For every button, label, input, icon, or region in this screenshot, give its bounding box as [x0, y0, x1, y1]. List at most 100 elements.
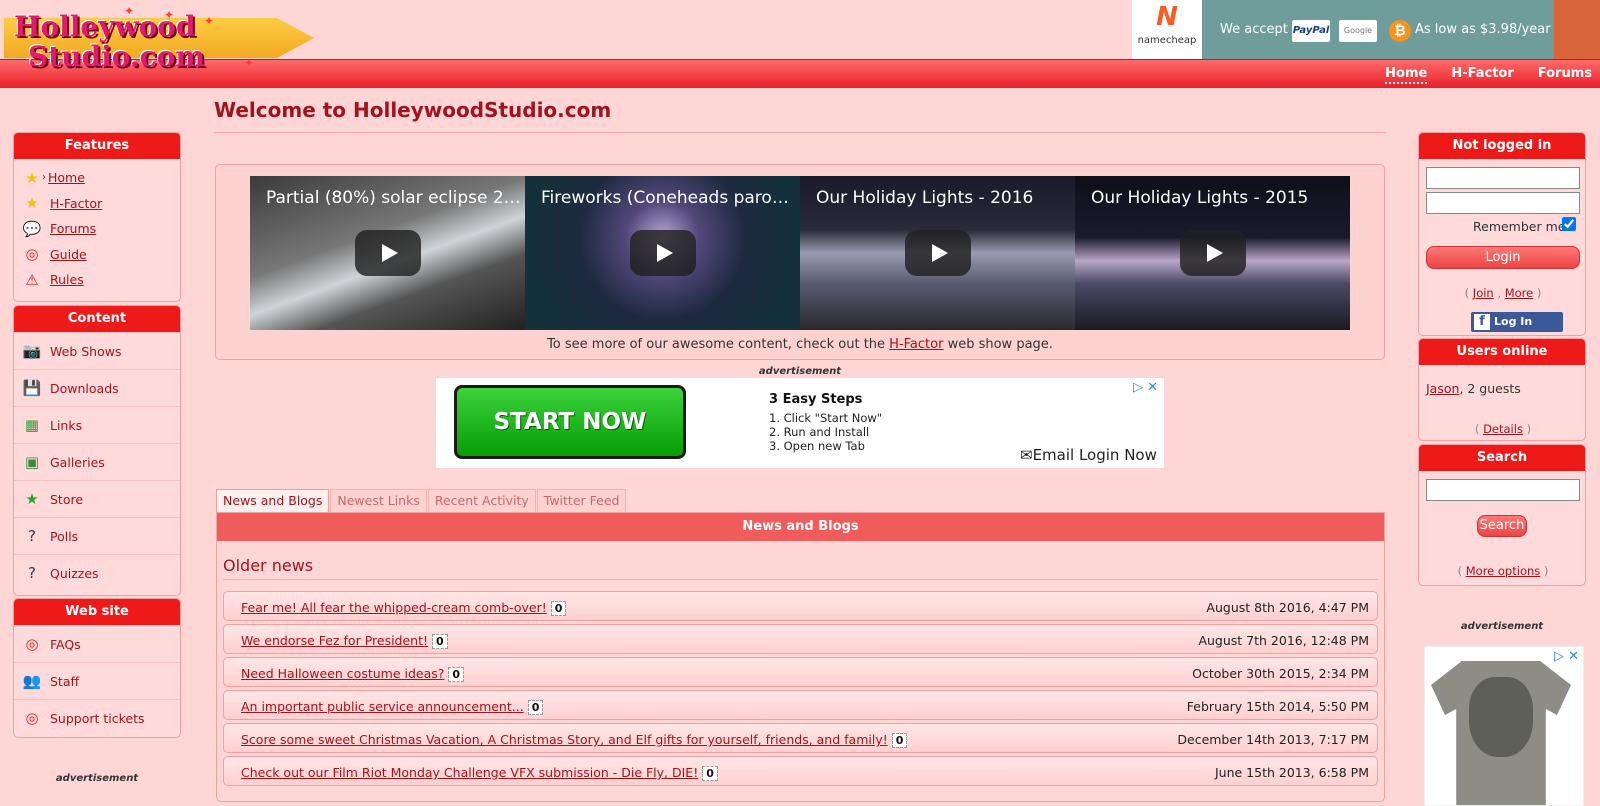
sidebar-item-h-factor[interactable]: ★ H-Factor — [14, 191, 180, 217]
tab-news-and-blogs[interactable]: News and Blogs — [216, 489, 330, 512]
sidebar-item-rules[interactable]: ⚠ Rules — [14, 267, 180, 293]
caption-h-factor-link[interactable]: H-Factor — [889, 337, 943, 352]
news-item-link[interactable]: Need Halloween costume ideas? 0 — [241, 666, 465, 682]
sidebar-link-home[interactable]: Home — [48, 170, 85, 185]
sidebar-item-web-shows[interactable]: 📷 Web Shows — [14, 332, 180, 369]
more-link[interactable]: More — [1505, 286, 1534, 300]
comment-count-badge: 0 — [527, 700, 544, 715]
start-now-ad[interactable]: START NOW 3 Easy Steps 1. Click "Start N… — [436, 378, 1164, 468]
sidebar-item-store[interactable]: ★ Store — [14, 480, 180, 517]
comment-count-badge: 0 — [702, 766, 718, 781]
users-online-block: Users online Jason, 2 guests ( Details ) — [1418, 338, 1586, 441]
play-button-icon[interactable] — [1179, 230, 1246, 276]
banner-price-text: As low as $3.98/year — [1415, 22, 1551, 37]
sparkle-icon: ✦ — [204, 14, 215, 28]
video-title: Our Holiday Lights - 2016 — [816, 188, 1034, 208]
video-title: Partial (80%) solar eclipse 20... — [266, 188, 521, 208]
logo-text-line2: Studio.com — [28, 40, 206, 73]
sidebar-label-quizzes: Quizzes — [50, 565, 99, 581]
nav-h-factor-link[interactable]: H-Factor — [1451, 66, 1513, 84]
sidebar-item-support-tickets[interactable]: ◎ Support tickets — [14, 699, 180, 736]
lifebuoy-icon: ◎ — [25, 709, 39, 727]
namecheap-banner-ad[interactable]: N namecheap We accept PayPal Google ₿ As… — [1132, 0, 1600, 59]
news-item-link[interactable]: Fear me! All fear the whipped-cream comb… — [241, 600, 567, 616]
nav-home-link[interactable]: Home — [1385, 66, 1428, 84]
lifebuoy-icon: ◎ — [25, 635, 39, 653]
sidebar-link-rules[interactable]: Rules — [50, 272, 84, 287]
features-title: Features — [14, 133, 180, 159]
sidebar-item-polls[interactable]: ? Polls — [14, 517, 180, 554]
video-thumbnail-holiday-2015[interactable]: Our Holiday Lights - 2015 — [1075, 176, 1350, 330]
sidebar-item-downloads[interactable]: 💾 Downloads — [14, 369, 180, 406]
sidebar-item-galleries[interactable]: ▣ Galleries — [14, 443, 180, 480]
video-thumbnail-holiday-2016[interactable]: Our Holiday Lights - 2016 — [800, 176, 1075, 330]
news-row: An important public service announcement… — [223, 690, 1378, 720]
sidebar-label-polls: Polls — [50, 528, 79, 544]
search-button[interactable]: Search — [1477, 515, 1527, 537]
remember-me-label: Remember me — [1473, 219, 1566, 234]
sidebar-item-links[interactable]: ▦ Links — [14, 406, 180, 443]
video-thumbnail-eclipse[interactable]: Partial (80%) solar eclipse 20... — [250, 176, 525, 330]
video-caption: To see more of our awesome content, chec… — [216, 337, 1384, 352]
top-navigation: Home H-Factor Forums — [1385, 66, 1600, 84]
more-options-link[interactable]: More options — [1466, 564, 1541, 578]
search-input[interactable] — [1426, 479, 1580, 501]
join-link[interactable]: Join — [1473, 286, 1494, 300]
sidebar-link-h-factor[interactable]: H-Factor — [50, 196, 102, 211]
website-title: Web site — [14, 599, 180, 625]
play-button-icon[interactable] — [904, 230, 971, 276]
sidebar-item-forums[interactable]: 💬 Forums — [14, 216, 180, 242]
facebook-login-text: Log In — [1494, 315, 1533, 328]
caption-text: To see more of our awesome content, chec… — [547, 337, 886, 352]
play-button-icon[interactable] — [629, 230, 696, 276]
ad-start-now-button[interactable]: START NOW — [454, 385, 686, 459]
ad-steps-title: 3 Easy Steps — [769, 392, 863, 407]
warning-sign-icon: ⚠ — [25, 270, 39, 289]
username-input[interactable] — [1426, 167, 1580, 189]
sidebar-link-guide[interactable]: Guide — [50, 247, 87, 262]
users-online-list: Jason, 2 guests — [1426, 381, 1521, 396]
facebook-login-button[interactable]: f Log In — [1471, 312, 1563, 332]
login-button[interactable]: Login — [1426, 246, 1580, 269]
ad-step: 2. Run and Install — [769, 425, 870, 439]
sidebar-label-support-tickets: Support tickets — [50, 710, 145, 726]
sidebar-item-faqs[interactable]: ◎ FAQs — [14, 625, 180, 662]
star-icon: ★ — [25, 168, 39, 187]
nav-forums-link[interactable]: Forums — [1538, 66, 1592, 84]
news-date: October 30th 2015, 2:34 PM — [1192, 666, 1369, 681]
news-item-link[interactable]: An important public service announcement… — [241, 699, 544, 715]
site-header: ✦ ✦ ✦ ✦ Holleywood Studio.com N namechea… — [0, 0, 1600, 88]
play-button-icon[interactable] — [354, 230, 421, 276]
site-logo[interactable]: ✦ ✦ ✦ ✦ Holleywood Studio.com — [4, 4, 314, 74]
sidebar-link-forums[interactable]: Forums — [50, 221, 96, 236]
tab-recent-activity[interactable]: Recent Activity — [427, 489, 536, 512]
sidebar-label-galleries: Galleries — [50, 454, 105, 470]
news-item-link[interactable]: Check out our Film Riot Monday Challenge… — [241, 765, 718, 781]
news-tabs: News and Blogs Newest Links Recent Activ… — [216, 489, 627, 512]
remember-me-checkbox[interactable] — [1562, 217, 1576, 231]
more-options-wrap: ( More options ) — [1457, 564, 1549, 578]
tab-twitter-feed[interactable]: Twitter Feed — [536, 489, 627, 512]
sidebar-item-home[interactable]: ★ › Home — [14, 165, 180, 191]
ad-choices-close-icon[interactable]: ▷ ✕ — [1133, 380, 1158, 395]
paypal-icon: PayPal — [1292, 20, 1330, 42]
guest-count: , 2 guests — [1459, 381, 1521, 396]
online-user-link[interactable]: Jason — [1426, 381, 1459, 396]
dog-tshirt-ad[interactable]: ▷ ✕ — [1424, 646, 1584, 806]
video-thumbnail-fireworks[interactable]: Fireworks (Coneheads parody) — [525, 176, 800, 330]
news-item-link[interactable]: We endorse Fez for President! 0 — [241, 633, 448, 649]
sidebar-item-staff[interactable]: 👥 Staff — [14, 662, 180, 699]
news-item-link[interactable]: Score some sweet Christmas Vacation, A C… — [241, 732, 908, 748]
details-link[interactable]: Details — [1483, 422, 1523, 436]
question-icon: ? — [28, 564, 36, 582]
sidebar-item-guide[interactable]: ◎ Guide — [14, 242, 180, 268]
content-title: Content — [14, 306, 180, 332]
ad-choices-close-icon[interactable]: ▷ ✕ — [1554, 649, 1579, 664]
news-date: December 14th 2013, 7:17 PM — [1177, 732, 1369, 747]
login-title: Not logged in — [1419, 133, 1585, 159]
sidebar-item-quizzes[interactable]: ? Quizzes — [14, 554, 180, 591]
password-input[interactable] — [1426, 192, 1580, 214]
namecheap-brand-text: namecheap — [1137, 35, 1197, 46]
tab-newest-links[interactable]: Newest Links — [330, 489, 427, 512]
sidebar-label-links: Links — [50, 417, 83, 433]
